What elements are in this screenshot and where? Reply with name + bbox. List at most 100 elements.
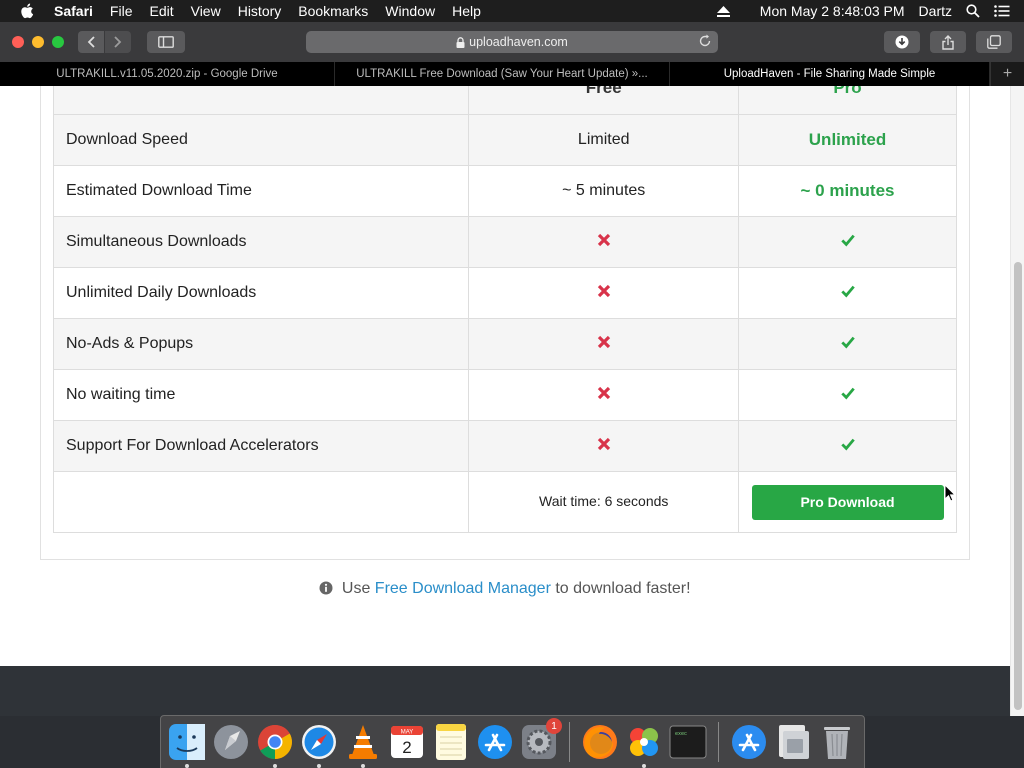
- address-bar-url: uploadhaven.com: [469, 35, 568, 49]
- address-bar[interactable]: uploadhaven.com: [306, 31, 718, 53]
- menu-history[interactable]: History: [238, 3, 282, 19]
- feature-label: Unlimited Daily Downloads: [52, 267, 470, 319]
- tab-ultrakill-download[interactable]: ULTRAKILL Free Download (Saw Your Heart …: [335, 62, 670, 86]
- lock-icon: [456, 36, 465, 48]
- table-row: No-Ads & Popups: [52, 318, 957, 370]
- scrollbar-thumb[interactable]: [1014, 262, 1022, 710]
- fdm-link[interactable]: Free Download Manager: [375, 580, 551, 597]
- tabs-overview-icon: [987, 35, 1001, 49]
- safari-icon[interactable]: [299, 722, 339, 768]
- menu-file[interactable]: File: [110, 3, 133, 19]
- plan-comparison-table: Free Pro Download Speed Limited Unlimite…: [52, 86, 957, 533]
- apple-icon[interactable]: [20, 3, 38, 19]
- x-icon: [597, 284, 611, 298]
- show-tabs-button[interactable]: [976, 31, 1012, 53]
- x-icon: [597, 437, 611, 451]
- eject-icon[interactable]: [716, 5, 730, 17]
- tab-label: ULTRAKILL Free Download (Saw Your Heart …: [356, 68, 648, 80]
- tab-label: UploadHaven - File Sharing Made Simple: [723, 68, 936, 80]
- check-icon: [840, 437, 855, 451]
- downloads-button[interactable]: [884, 31, 920, 53]
- terminal-icon[interactable]: exec: [668, 722, 708, 762]
- info-icon: [319, 581, 333, 595]
- pinwheel-app-icon[interactable]: [624, 722, 664, 768]
- app-store-dock-icon[interactable]: [729, 722, 769, 762]
- mouse-cursor-icon: [944, 483, 957, 507]
- feature-label: Support For Download Accelerators: [52, 420, 470, 472]
- menu-help[interactable]: Help: [452, 3, 481, 19]
- trash-icon[interactable]: [817, 722, 857, 762]
- header-feature-cell: [52, 86, 470, 115]
- tab-uploadhaven[interactable]: UploadHaven - File Sharing Made Simple: [670, 62, 990, 86]
- close-window-button[interactable]: [12, 36, 24, 48]
- fdm-promo: Use Free Download Manager to download fa…: [0, 580, 1010, 598]
- wait-time-text: Wait time: 6 seconds: [539, 493, 669, 509]
- sidebar-toggle-button[interactable]: [147, 31, 185, 53]
- menu-user[interactable]: Dartz: [919, 3, 952, 19]
- feature-label: No waiting time: [52, 369, 470, 421]
- terminal-text: exec: [675, 731, 687, 737]
- vlc-icon[interactable]: [343, 722, 383, 768]
- firefox-icon[interactable]: [580, 722, 620, 762]
- share-icon: [942, 34, 954, 50]
- page-scrollbar[interactable]: [1010, 86, 1024, 716]
- check-icon: [840, 233, 855, 247]
- web-page: Free Pro Download Speed Limited Unlimite…: [0, 86, 1010, 716]
- dock-separator: [569, 722, 570, 762]
- menu-app-name[interactable]: Safari: [54, 3, 93, 19]
- finder-icon[interactable]: [167, 722, 207, 768]
- sidebar-icon: [158, 36, 174, 48]
- chrome-icon[interactable]: [255, 722, 295, 768]
- menu-view[interactable]: View: [191, 3, 221, 19]
- table-action-row: Wait time: 6 seconds Pro Download: [52, 471, 957, 533]
- new-tab-button[interactable]: +: [990, 62, 1024, 86]
- dock: MAY 2 1 exec: [160, 715, 865, 768]
- table-row: No waiting time: [52, 369, 957, 421]
- check-icon: [840, 386, 855, 400]
- downloads-folder-icon[interactable]: [773, 722, 813, 762]
- zoom-window-button[interactable]: [52, 36, 64, 48]
- pro-download-button[interactable]: Pro Download: [751, 484, 944, 520]
- fdm-prefix: Use: [341, 580, 371, 597]
- notification-badge: 1: [546, 718, 562, 734]
- minimize-window-button[interactable]: [32, 36, 44, 48]
- calendar-month: MAY: [401, 730, 414, 736]
- page-footer: [0, 666, 1010, 716]
- calendar-day: 2: [402, 738, 411, 757]
- reload-icon[interactable]: [698, 34, 712, 48]
- tab-bar: ULTRAKILL.v11.05.2020.zip - Google Drive…: [0, 62, 1024, 86]
- forward-button[interactable]: [105, 31, 131, 53]
- feature-label: Download Speed: [52, 114, 470, 166]
- notes-icon[interactable]: [431, 722, 471, 762]
- tab-google-drive[interactable]: ULTRAKILL.v11.05.2020.zip - Google Drive: [0, 62, 335, 86]
- x-icon: [597, 335, 611, 349]
- app-store-icon[interactable]: [475, 722, 515, 762]
- free-value: ~ 5 minutes: [468, 165, 740, 217]
- spotlight-search-icon[interactable]: [966, 4, 980, 18]
- table-row: Simultaneous Downloads: [52, 216, 957, 268]
- menu-clock[interactable]: Mon May 2 8:48:03 PM: [760, 3, 905, 19]
- table-row: Download Speed Limited Unlimited: [52, 114, 957, 166]
- notification-center-icon[interactable]: [994, 5, 1010, 17]
- feature-label: Simultaneous Downloads: [52, 216, 470, 268]
- pro-value: Unlimited: [808, 130, 887, 149]
- free-value: Limited: [468, 114, 740, 166]
- x-icon: [597, 386, 611, 400]
- share-button[interactable]: [930, 31, 966, 53]
- launchpad-icon[interactable]: [211, 722, 251, 762]
- table-row: Estimated Download Time ~ 5 minutes ~ 0 …: [52, 165, 957, 217]
- menu-window[interactable]: Window: [385, 3, 435, 19]
- table-row: Unlimited Daily Downloads: [52, 267, 957, 319]
- download-icon: [895, 35, 909, 49]
- browser-toolbar: uploadhaven.com: [0, 22, 1024, 62]
- table-row: Support For Download Accelerators: [52, 420, 957, 472]
- menu-edit[interactable]: Edit: [149, 3, 173, 19]
- chevron-left-icon: [87, 36, 95, 48]
- system-preferences-icon[interactable]: 1: [519, 718, 562, 762]
- calendar-icon[interactable]: MAY 2: [387, 722, 427, 762]
- feature-label: No-Ads & Popups: [52, 318, 470, 370]
- header-free: Free: [468, 86, 740, 115]
- back-button[interactable]: [78, 31, 104, 53]
- menu-bookmarks[interactable]: Bookmarks: [298, 3, 368, 19]
- tab-label: ULTRAKILL.v11.05.2020.zip - Google Drive: [56, 68, 278, 80]
